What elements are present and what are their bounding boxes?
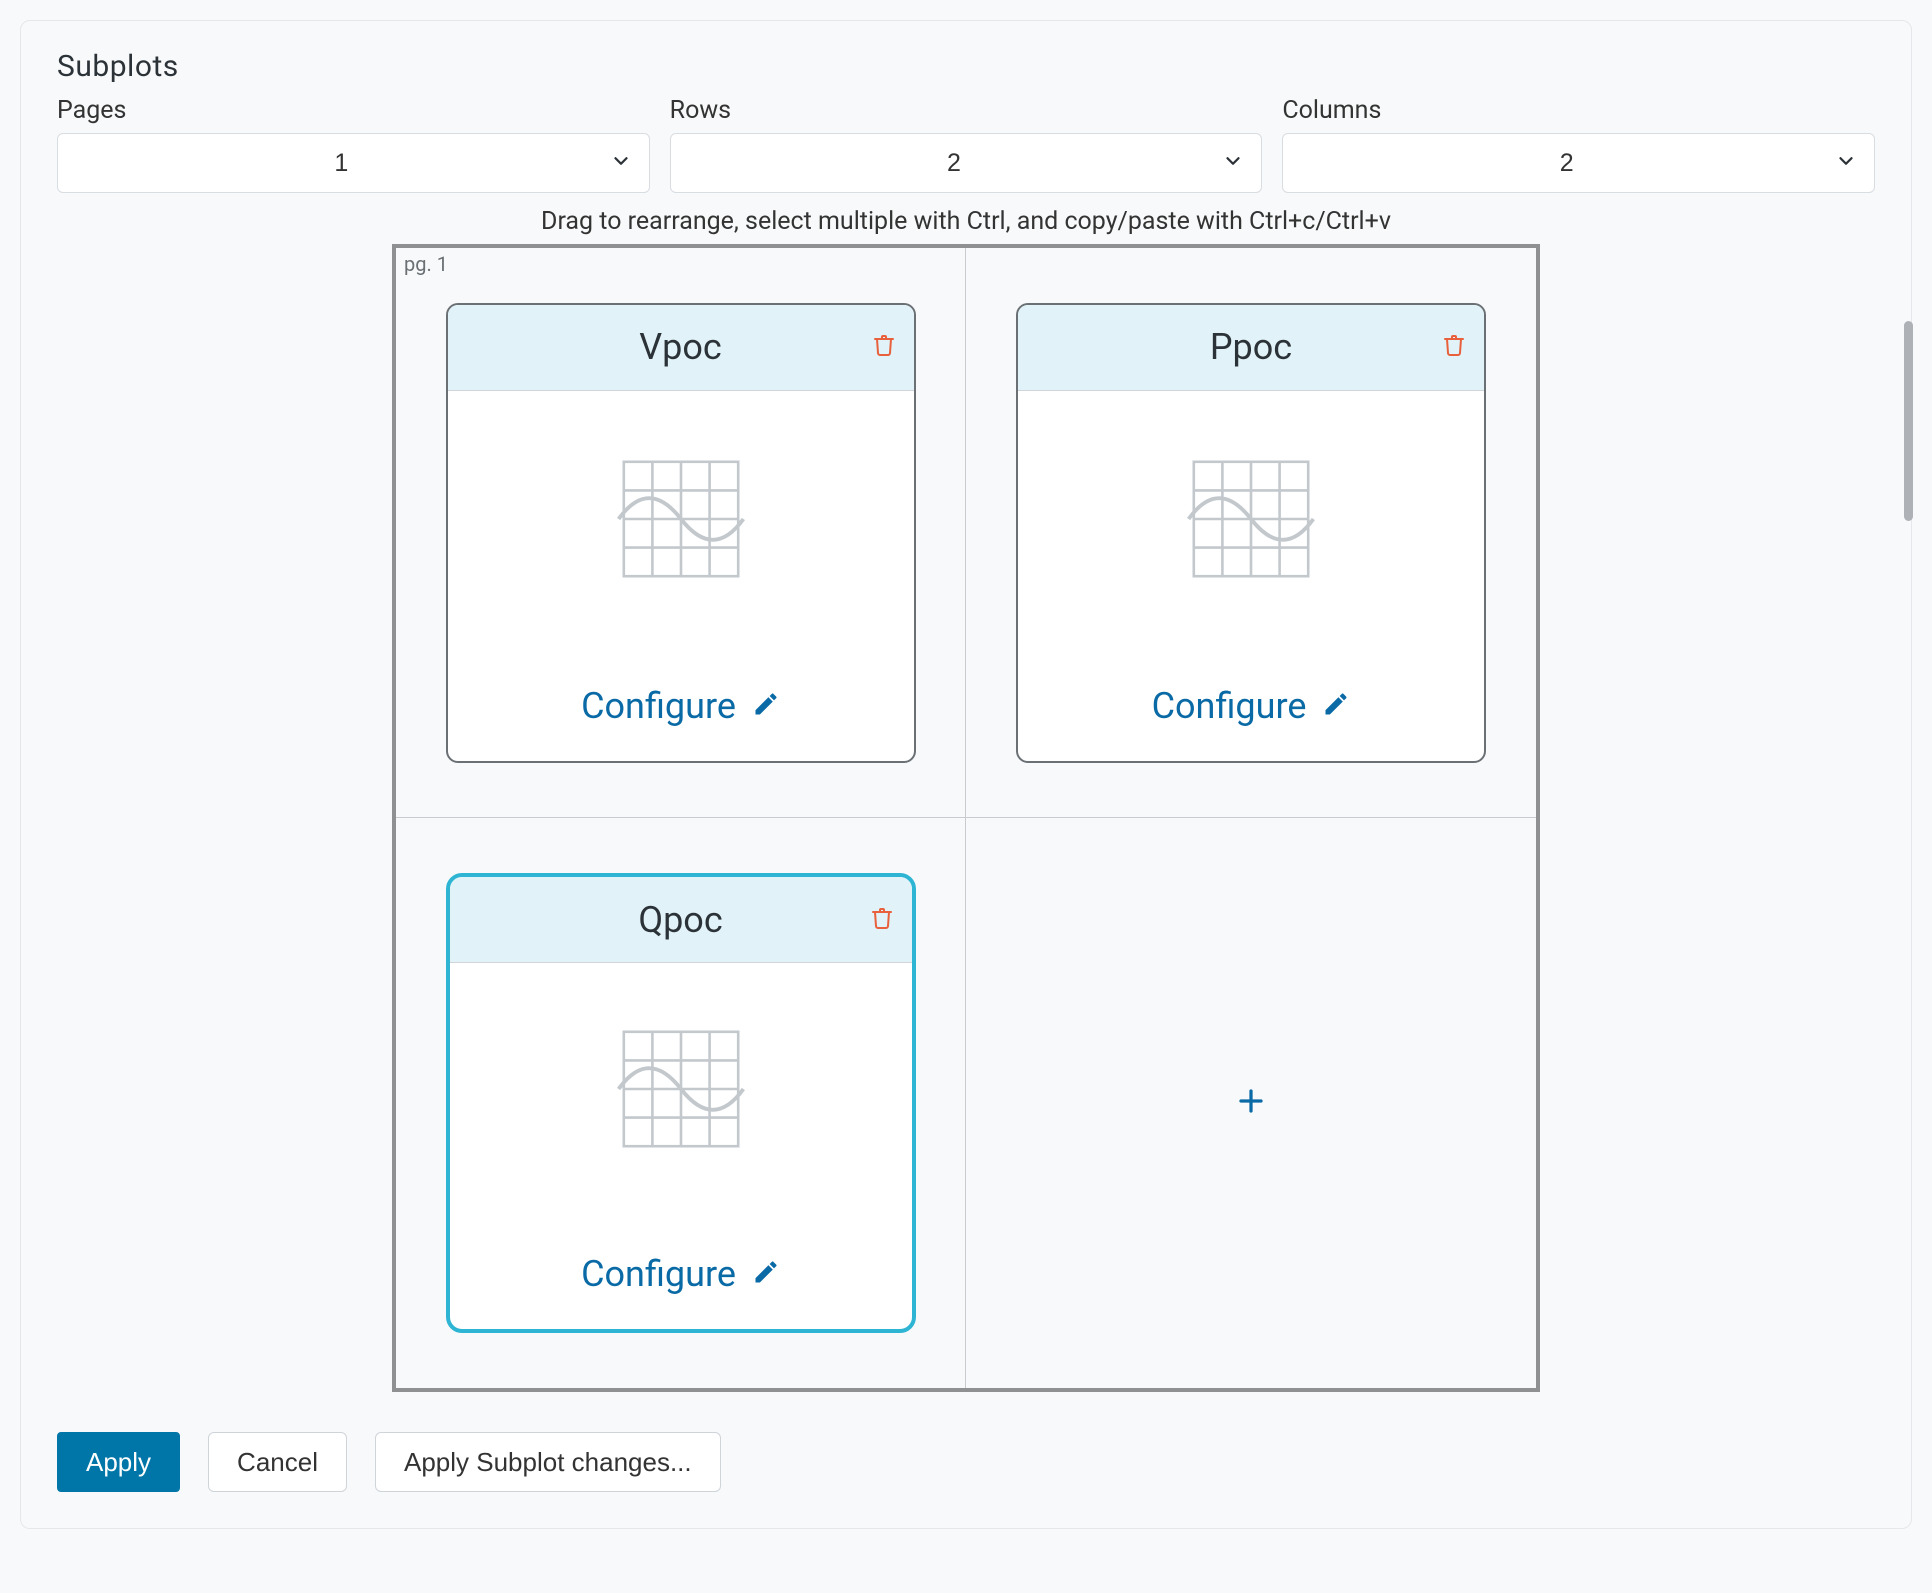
card-title: Ppoc [1210, 326, 1292, 368]
trash-icon [1442, 331, 1466, 363]
footer-row: Apply Cancel Apply Subplot changes... [57, 1432, 1875, 1492]
apply-subplot-changes-button[interactable]: Apply Subplot changes... [375, 1432, 721, 1492]
configure-label: Configure [581, 685, 736, 727]
configure-button[interactable]: Configure [1018, 651, 1484, 761]
scrollbar-thumb[interactable] [1904, 321, 1913, 521]
rows-select-wrap: 2 [670, 133, 1263, 193]
card-header: Ppoc [1018, 305, 1484, 391]
grid-cell[interactable]: Ppoc [966, 248, 1536, 818]
chart-placeholder-icon [1186, 454, 1316, 588]
trash-icon [870, 904, 894, 936]
delete-button[interactable] [1442, 331, 1466, 363]
pencil-icon [1322, 690, 1350, 722]
add-subplot-cell[interactable] [966, 818, 1536, 1388]
pencil-icon [752, 690, 780, 722]
rows-control: Rows 2 [670, 96, 1263, 193]
card-header: Qpoc [450, 877, 912, 963]
configure-button[interactable]: Configure [450, 1219, 912, 1329]
chart-placeholder-icon [616, 1024, 746, 1158]
card-title: Qpoc [638, 899, 722, 941]
controls-row: Pages 1 Rows 2 Columns 2 [57, 96, 1875, 193]
rows-label: Rows [670, 96, 1263, 125]
grid-cell[interactable]: Vpoc [396, 248, 966, 818]
subplot-grid: Vpoc [396, 248, 1536, 1388]
card-body [450, 963, 912, 1219]
configure-label: Configure [1152, 685, 1307, 727]
subplots-panel: Subplots Pages 1 Rows 2 Columns 2 [20, 20, 1912, 1529]
pages-label: Pages [57, 96, 650, 125]
columns-select[interactable]: 2 [1282, 133, 1875, 193]
delete-button[interactable] [872, 331, 896, 363]
card-header: Vpoc [448, 305, 914, 391]
subplot-card-ppoc[interactable]: Ppoc [1016, 303, 1486, 763]
trash-icon [872, 331, 896, 363]
columns-select-wrap: 2 [1282, 133, 1875, 193]
rows-select[interactable]: 2 [670, 133, 1263, 193]
grid-outer[interactable]: pg. 1 Vpoc [392, 244, 1540, 1392]
pages-control: Pages 1 [57, 96, 650, 193]
plus-icon [1236, 1086, 1266, 1120]
card-body [448, 391, 914, 651]
card-body [1018, 391, 1484, 651]
panel-title: Subplots [57, 49, 1875, 84]
grid-wrap: pg. 1 Vpoc [57, 244, 1875, 1392]
hint-text: Drag to rearrange, select multiple with … [57, 207, 1875, 236]
card-title: Vpoc [639, 326, 722, 368]
configure-label: Configure [581, 1253, 736, 1295]
subplot-card-vpoc[interactable]: Vpoc [446, 303, 916, 763]
apply-button[interactable]: Apply [57, 1432, 180, 1492]
cancel-button[interactable]: Cancel [208, 1432, 347, 1492]
pages-select-wrap: 1 [57, 133, 650, 193]
page-label: pg. 1 [404, 252, 448, 276]
columns-label: Columns [1282, 96, 1875, 125]
pages-select[interactable]: 1 [57, 133, 650, 193]
columns-control: Columns 2 [1282, 96, 1875, 193]
configure-button[interactable]: Configure [448, 651, 914, 761]
pencil-icon [752, 1258, 780, 1290]
grid-cell[interactable]: Qpoc [396, 818, 966, 1388]
chart-placeholder-icon [616, 454, 746, 588]
delete-button[interactable] [870, 904, 894, 936]
subplot-card-qpoc[interactable]: Qpoc [446, 873, 916, 1333]
